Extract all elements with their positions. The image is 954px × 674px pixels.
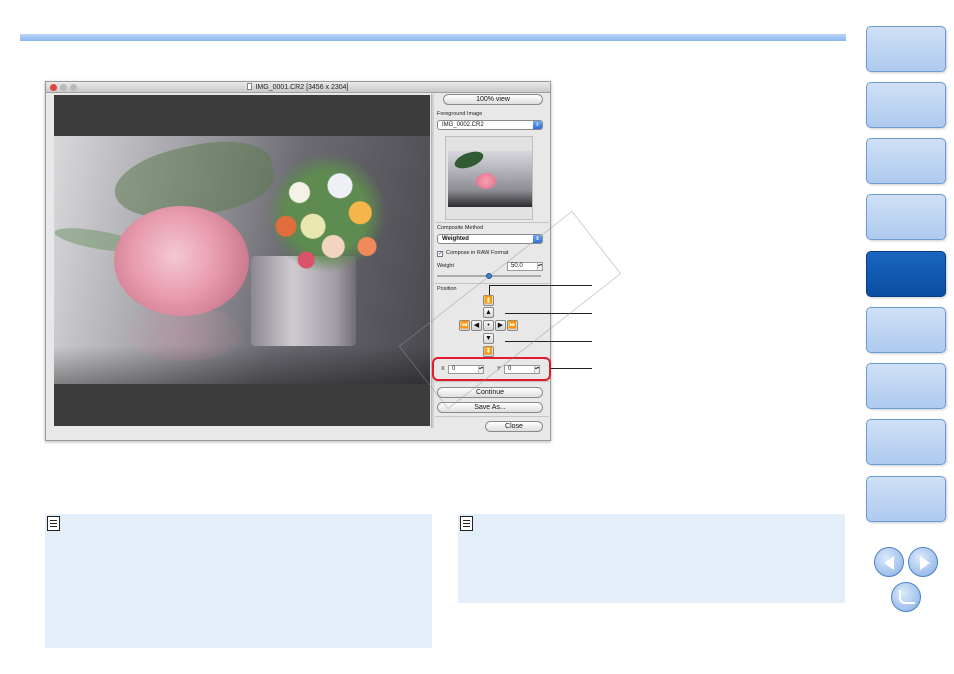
weight-label: Weight bbox=[437, 263, 455, 269]
close-button[interactable]: Close bbox=[485, 421, 543, 432]
composite-method-label: Composite Method bbox=[437, 225, 484, 231]
return-button[interactable] bbox=[891, 582, 921, 612]
foreground-image-label: Foreground Image bbox=[437, 111, 483, 117]
foreground-thumbnail bbox=[445, 136, 533, 220]
arrow-left-icon bbox=[884, 556, 894, 570]
divider bbox=[435, 416, 549, 417]
memo-icon bbox=[47, 516, 60, 531]
compose-raw-label: Compose in RAW Format bbox=[446, 250, 509, 256]
sidebar-tab-3[interactable] bbox=[866, 138, 946, 184]
photo-rose bbox=[114, 206, 249, 316]
memo-icon-line bbox=[463, 520, 470, 521]
position-label: Position bbox=[437, 286, 457, 292]
sidebar-tab-2[interactable] bbox=[866, 82, 946, 128]
memo-icon-line bbox=[463, 523, 470, 524]
sidebar-tab-5-active[interactable] bbox=[866, 251, 946, 297]
memo-icon-line bbox=[50, 523, 57, 524]
foreground-image-select[interactable]: IMG_0002.CR2 ⇕ bbox=[437, 120, 543, 130]
photo-bouquet bbox=[259, 152, 394, 287]
sidebar-tab-4[interactable] bbox=[866, 194, 946, 240]
composite-preview bbox=[54, 95, 430, 426]
sidebar-tab-1[interactable] bbox=[866, 26, 946, 72]
top-rule bbox=[20, 34, 846, 41]
sidebar-tab-6[interactable] bbox=[866, 307, 946, 353]
window-title: IMG_0001.CR2 [3456 x 2304] bbox=[46, 82, 550, 93]
thumbnail-rose bbox=[476, 173, 496, 189]
sidebar-tab-9[interactable] bbox=[866, 476, 946, 522]
return-arrow-icon bbox=[899, 590, 915, 604]
compose-raw-checkbox[interactable]: ✓ bbox=[437, 251, 443, 257]
sidebar-tab-7[interactable] bbox=[866, 363, 946, 409]
select-arrows-icon: ⇕ bbox=[533, 121, 542, 129]
composite-method-select[interactable]: Weighted ⇕ bbox=[437, 234, 543, 244]
memo-icon bbox=[460, 516, 473, 531]
divider bbox=[435, 222, 549, 223]
title-bar: IMG_0001.CR2 [3456 x 2304] bbox=[46, 82, 550, 93]
memo-icon-line bbox=[50, 520, 57, 521]
composite-method-value: Weighted bbox=[442, 236, 469, 242]
thumbnail-photo bbox=[448, 151, 532, 207]
note-box-right bbox=[458, 514, 845, 603]
100-percent-view-button[interactable]: 100% view bbox=[443, 94, 543, 105]
document-icon bbox=[247, 83, 253, 90]
photo-shadow bbox=[54, 346, 430, 384]
arrow-right-icon bbox=[920, 556, 930, 570]
preview-photo bbox=[54, 136, 430, 384]
previous-page-button[interactable] bbox=[874, 547, 904, 577]
sidebar-tab-8[interactable] bbox=[866, 419, 946, 465]
note-box-left bbox=[45, 514, 432, 648]
callout-line-xy bbox=[551, 368, 592, 369]
next-page-button[interactable] bbox=[908, 547, 938, 577]
thumbnail-leaf bbox=[452, 151, 486, 172]
foreground-image-value: IMG_0002.CR2 bbox=[442, 122, 484, 128]
memo-icon-line bbox=[463, 526, 470, 527]
memo-icon-line bbox=[50, 526, 57, 527]
